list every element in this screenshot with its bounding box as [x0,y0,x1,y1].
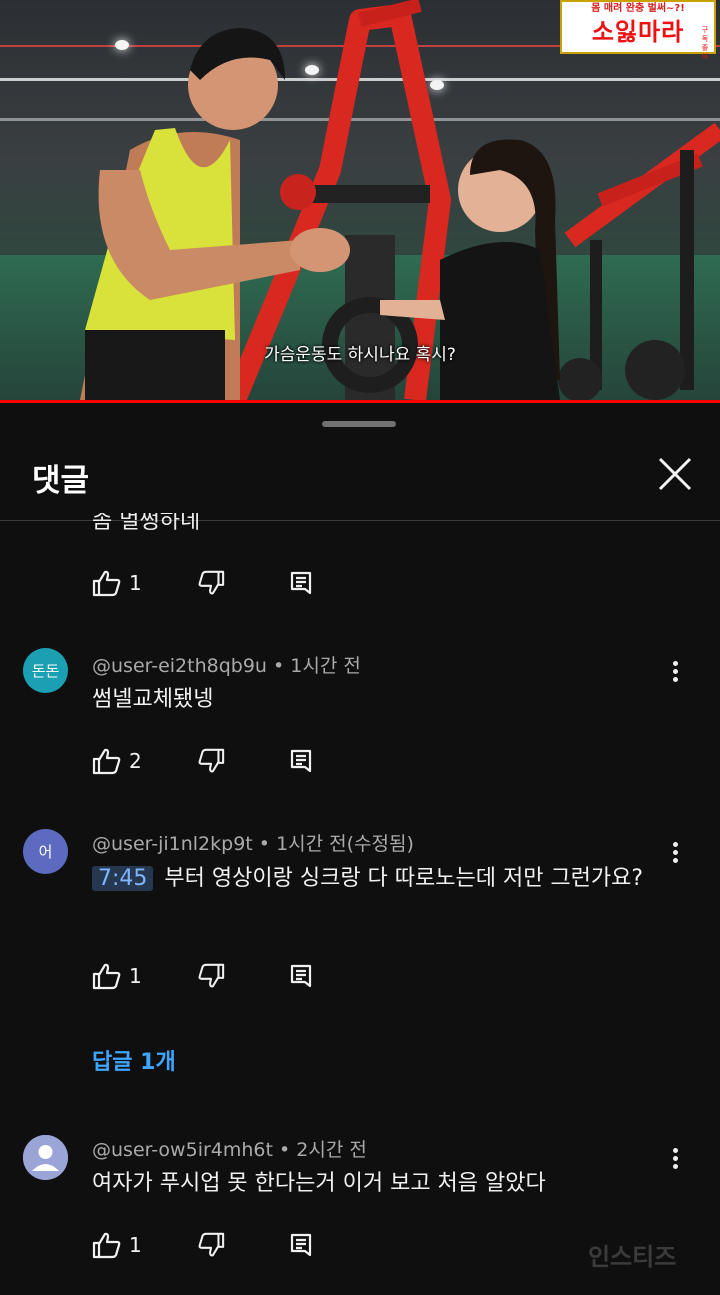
like-count: 1 [129,1233,142,1257]
comment-time: 1시간 전 [290,655,361,677]
comment-meta: @user-ow5ir4mh6t • 2시간 전 [92,1135,367,1162]
reply-icon [290,749,312,773]
thumb-up-icon [92,748,121,775]
drag-handle[interactable] [322,421,396,427]
comment-time: 2시간 전 [296,1139,367,1161]
avatar[interactable]: 어 [23,829,68,874]
avatar[interactable]: 돈돈 [23,648,68,693]
comments-sheet: 댓글 좀 멀쩡하네 1 돈돈 @user-ei2th8qb9u • 1시간 전 [0,403,720,1295]
like-count: 1 [129,571,142,595]
comment-actions: 1 [92,1230,315,1260]
comment-time: 1시간 전(수정됨) [276,833,414,855]
thumb-up-icon [92,570,121,597]
comments-title: 댓글 [32,463,90,499]
reply-button[interactable] [287,747,315,775]
more-vert-icon [664,1148,686,1169]
meta-separator: • [258,833,271,855]
logo-side-text: 구독 좋아 [701,26,709,61]
dislike-button[interactable] [197,569,287,597]
logo-top-text: 몸 매려 완충 벌써~?! [591,3,685,14]
thumb-up-icon [92,963,121,990]
like-button[interactable]: 1 [92,962,197,990]
avatar[interactable] [23,1135,68,1180]
truncated-comment-span: 좀 멀쩡하네 [92,513,201,534]
like-button[interactable]: 2 [92,747,197,775]
reply-icon [290,964,312,988]
like-button[interactable]: 1 [92,569,197,597]
reply-icon [290,571,312,595]
timestamp-link[interactable]: 7:45 [92,866,154,891]
thumb-up-icon [92,1232,121,1259]
thumb-down-icon [198,570,225,595]
site-watermark: 인스티즈 [588,1243,677,1271]
view-replies-link[interactable]: 답글 1개 [92,1044,176,1076]
like-count: 1 [129,964,142,988]
like-count: 2 [129,749,142,773]
video-player[interactable]: 몸 매려 완충 벌써~?! 소잃마라 구독 좋아 가슴운동도 하시나요 혹시? [0,0,720,402]
thumb-down-icon [198,1232,225,1257]
meta-separator: • [273,655,285,677]
more-vert-icon [664,842,686,863]
like-button[interactable]: 1 [92,1231,197,1259]
comment-actions: 1 [92,568,315,598]
close-button[interactable] [652,451,698,497]
comment-actions: 1 [92,961,315,991]
comment-text: 썸넬교체됐넹 [92,687,214,712]
comment-author[interactable]: @user-ji1nl2kp9t [92,833,253,855]
channel-logo: 몸 매려 완충 벌써~?! 소잃마라 구독 좋아 [560,0,716,61]
reply-button[interactable] [287,962,315,990]
reply-button[interactable] [287,1231,315,1259]
close-icon [658,457,692,491]
dislike-button[interactable] [197,747,287,775]
dislike-button[interactable] [197,1231,287,1259]
reply-button[interactable] [287,569,315,597]
reply-icon [290,1233,312,1257]
default-avatar-icon [23,1135,68,1180]
meta-separator: • [279,1139,291,1161]
thumb-down-icon [198,748,225,773]
more-vert-icon [664,661,686,682]
comment-meta: @user-ji1nl2kp9t • 1시간 전(수정됨) [92,829,414,856]
comment-meta: @user-ei2th8qb9u • 1시간 전 [92,651,361,678]
thumb-down-icon [198,963,225,988]
comment-author[interactable]: @user-ow5ir4mh6t [92,1139,273,1161]
comment-text-body: 부터 영상이랑 싱크랑 다 따로노는데 저만 그런가요? [164,866,644,891]
logo-main-text: 소잃마라 [591,18,685,46]
comment-actions: 2 [92,746,315,776]
more-options-button[interactable] [664,658,686,686]
comment-text: 여자가 푸시업 못 한다는거 이거 보고 처음 알았다 [92,1171,546,1196]
video-subtitle: 가슴운동도 하시나요 혹시? [264,345,456,365]
dislike-button[interactable] [197,962,287,990]
truncated-comment-text: 좀 멀쩡하네 [92,513,200,535]
comment-author[interactable]: @user-ei2th8qb9u [92,655,267,677]
comment-text: 7:45 부터 영상이랑 싱크랑 다 따로노는데 저만 그런가요? [92,862,672,896]
